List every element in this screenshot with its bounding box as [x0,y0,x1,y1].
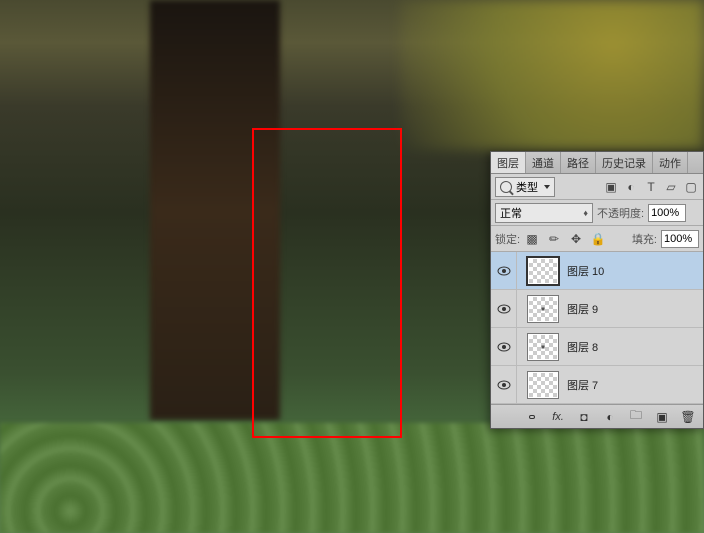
canvas-foliage [0,423,704,533]
fill-label: 填充: [632,231,657,247]
lock-pixels-icon[interactable]: ✏ [546,231,562,247]
layer-group-icon[interactable]: 🗀 [627,408,645,426]
layer-row[interactable]: 图层 7 [491,366,703,404]
visibility-toggle[interactable] [491,252,517,290]
layer-thumbnail[interactable] [527,333,559,361]
filter-label: 类型 [516,179,538,195]
chevron-down-icon [544,185,550,189]
filter-type-select[interactable]: 类型 [495,177,555,197]
layer-name[interactable]: 图层 9 [567,301,598,317]
lock-position-icon[interactable]: ✥ [568,231,584,247]
layer-row[interactable]: 图层 10 [491,252,703,290]
blend-mode-select[interactable]: 正常 ♦ [495,203,593,223]
layer-fx-icon[interactable]: fx. [549,408,567,426]
fill-value: 100% [664,233,692,245]
opacity-label: 不透明度: [597,205,644,221]
lock-label: 锁定: [495,231,520,247]
lock-row: 锁定: ▩ ✏ ✥ 🔒 填充: 100% [491,226,703,252]
selection-rectangle[interactable] [252,128,402,438]
filter-adjust-icon[interactable]: ◐ [623,179,639,195]
adjustment-layer-icon[interactable]: ◐ [601,408,619,426]
tab-channels[interactable]: 通道 [526,152,561,173]
delete-layer-icon[interactable]: 🗑 [679,408,697,426]
fill-input[interactable]: 100% [661,230,699,248]
tab-history[interactable]: 历史记录 [596,152,653,173]
panel-tabs: 图层 通道 路径 历史记录 动作 [491,152,703,174]
layer-row[interactable]: 图层 8 [491,328,703,366]
tab-paths[interactable]: 路径 [561,152,596,173]
filter-pixel-icon[interactable]: ▣ [603,179,619,195]
layer-name[interactable]: 图层 8 [567,339,598,355]
chevron-updown-icon: ♦ [583,208,588,218]
layer-name[interactable]: 图层 7 [567,377,598,393]
search-icon [500,181,512,193]
link-layers-icon[interactable] [523,408,541,426]
opacity-value: 100% [651,207,679,219]
layer-thumbnail[interactable] [527,371,559,399]
layer-name[interactable]: 图层 10 [567,263,604,279]
layers-list: 图层 10 图层 9 图层 8 图层 7 [491,252,703,404]
layer-mask-icon[interactable]: ◘ [575,408,593,426]
lock-icons: ▩ ✏ ✥ 🔒 [524,231,606,247]
layers-panel: 图层 通道 路径 历史记录 动作 类型 ▣ ◐ T ▱ ▢ 正常 ♦ 不透明度:… [490,151,704,429]
new-layer-icon[interactable]: ▣ [653,408,671,426]
tab-layers[interactable]: 图层 [491,152,526,173]
filter-type-icon[interactable]: T [643,179,659,195]
panel-footer: fx. ◘ ◐ 🗀 ▣ 🗑 [491,404,703,428]
blend-mode-value: 正常 [500,205,522,221]
filter-row: 类型 ▣ ◐ T ▱ ▢ [491,174,703,200]
layer-thumbnail[interactable] [527,295,559,323]
tab-actions[interactable]: 动作 [653,152,688,173]
filter-shape-icon[interactable]: ▱ [663,179,679,195]
visibility-toggle[interactable] [491,328,517,366]
lock-all-icon[interactable]: 🔒 [590,231,606,247]
visibility-toggle[interactable] [491,366,517,404]
layer-row[interactable]: 图层 9 [491,290,703,328]
filter-smart-icon[interactable]: ▢ [683,179,699,195]
layer-thumbnail[interactable] [527,257,559,285]
lock-transparent-icon[interactable]: ▩ [524,231,540,247]
opacity-input[interactable]: 100% [648,204,686,222]
blend-row: 正常 ♦ 不透明度: 100% [491,200,703,226]
visibility-toggle[interactable] [491,290,517,328]
